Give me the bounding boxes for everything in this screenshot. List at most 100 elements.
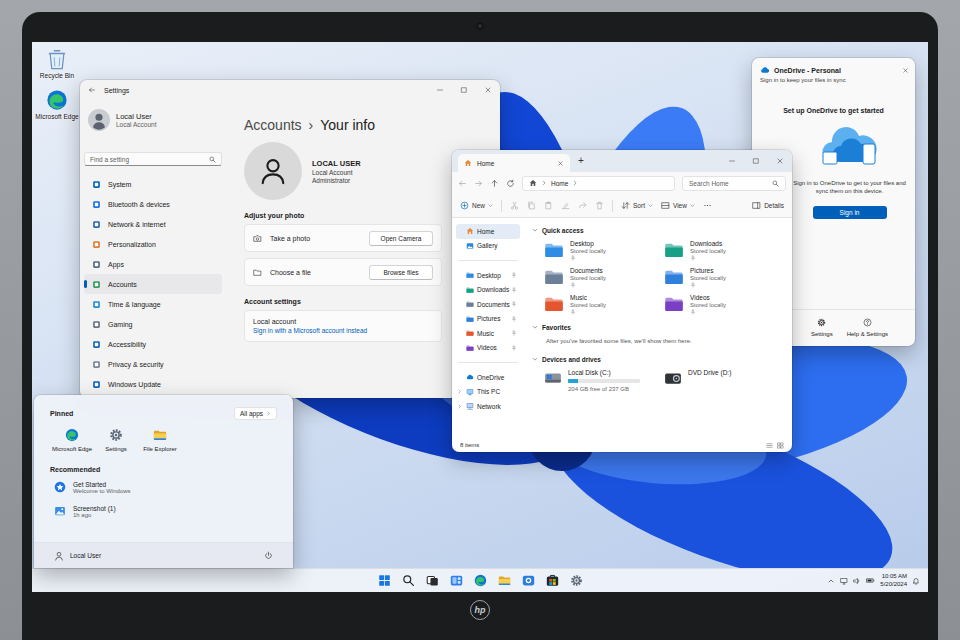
recommended-item[interactable]: Get StartedWelcome to Windows [50, 475, 277, 499]
setting-button[interactable]: Browse files [369, 265, 433, 280]
explorer-taskbar-button[interactable] [495, 572, 513, 590]
rename-icon[interactable] [561, 201, 570, 210]
start-menu[interactable]: PinnedAll appsMicrosoft EdgeSettingsFile… [34, 395, 293, 568]
maximize-button[interactable] [744, 157, 768, 165]
section-header[interactable]: Devices and drives [532, 353, 784, 365]
desktop-icon[interactable]: Recycle Bin [35, 48, 79, 79]
search-taskbar-button[interactable] [399, 572, 417, 590]
widgets-taskbar-button[interactable] [447, 572, 465, 590]
quick-access-item[interactable]: MusicStored locally [544, 294, 664, 315]
nav-item[interactable]: Downloads [456, 283, 520, 298]
bell-icon[interactable] [912, 577, 920, 585]
drive-item[interactable]: Local Disk (C:)204 GB free of 237 GB [544, 369, 664, 392]
sidebar-item[interactable]: Time & language [84, 294, 222, 314]
sidebar-item[interactable]: System [84, 174, 222, 194]
nav-item[interactable]: Music [456, 326, 520, 341]
tiles-view-icon[interactable] [777, 442, 784, 449]
tab[interactable]: Home [458, 154, 570, 172]
footer-button[interactable]: Help & Settings [847, 318, 888, 337]
desktop-icon[interactable]: Microsoft Edge [35, 89, 79, 120]
pinned-app[interactable]: Settings [94, 428, 138, 452]
up-icon[interactable] [490, 179, 499, 188]
copy-icon[interactable] [527, 201, 536, 210]
sidebar-item[interactable]: Windows Update [84, 374, 222, 394]
store-taskbar-button[interactable] [543, 572, 561, 590]
expand-icon[interactable] [457, 389, 462, 394]
microsoft-signin-link[interactable]: Sign in with a Microsoft account instead [253, 327, 367, 334]
quick-access-item[interactable]: DocumentsStored locally [544, 267, 664, 288]
details-button[interactable]: Details [752, 201, 784, 210]
close-button[interactable] [476, 86, 500, 94]
nav-item[interactable]: OneDrive [456, 370, 520, 385]
network-icon[interactable] [840, 577, 848, 585]
edge-taskbar-button[interactable] [471, 572, 489, 590]
chevron-up-icon[interactable] [827, 577, 835, 585]
user-card[interactable]: Local UserLocal Account [84, 108, 222, 132]
file-explorer-window[interactable]: Home+HomeSearch HomeNewSortViewDetailsHo… [452, 150, 792, 452]
clock[interactable]: 10:05 AM5/20/2024 [880, 573, 907, 588]
drive-item[interactable]: DVD Drive (D:) [664, 369, 784, 392]
sort-button[interactable]: Sort [621, 201, 653, 210]
close-tab-icon[interactable] [557, 160, 564, 167]
gear-taskbar-button[interactable] [567, 572, 585, 590]
settings-search[interactable]: Find a setting [84, 152, 222, 166]
nav-item[interactable]: Documents [456, 297, 520, 312]
nav-item[interactable]: Desktop [456, 268, 520, 283]
start-taskbar-button[interactable] [375, 572, 393, 590]
sidebar-item[interactable]: Bluetooth & devices [84, 194, 222, 214]
speaker-icon[interactable] [853, 577, 861, 585]
section-header[interactable]: Quick access [532, 224, 784, 236]
all-apps-button[interactable]: All apps [234, 407, 277, 420]
refresh-icon[interactable] [506, 179, 515, 188]
taskview-taskbar-button[interactable] [423, 572, 441, 590]
close-button[interactable] [902, 67, 909, 74]
sidebar-item[interactable]: Personalization [84, 234, 222, 254]
new-button[interactable]: New [460, 201, 493, 210]
nav-item[interactable]: Pictures [456, 312, 520, 327]
nav-item[interactable]: Videos [456, 341, 520, 356]
footer-button[interactable]: Settings [811, 318, 833, 337]
pinned-app[interactable]: File Explorer [138, 428, 182, 452]
start-user-name[interactable]: Local User [70, 552, 101, 559]
minimize-button[interactable] [428, 86, 452, 94]
battery-icon[interactable] [866, 576, 875, 585]
nav-item[interactable]: Network [456, 399, 520, 414]
new-tab-button[interactable]: + [570, 156, 592, 166]
back-arrow-icon[interactable] [88, 86, 96, 94]
details-view-icon[interactable] [766, 442, 773, 449]
breadcrumb-parent[interactable]: Accounts [244, 116, 302, 134]
view-button[interactable]: View [661, 201, 695, 210]
recommended-item[interactable]: Screenshot (1)1h ago [50, 499, 277, 523]
sign-in-button[interactable]: Sign in [813, 206, 887, 219]
nav-item[interactable]: Home [456, 224, 520, 239]
back-icon[interactable] [458, 179, 467, 188]
sidebar-item[interactable]: Gaming [84, 314, 222, 334]
quick-access-item[interactable]: DownloadsStored locally [664, 240, 784, 261]
address-bar[interactable]: Home [522, 176, 675, 191]
camera-taskbar-button[interactable] [519, 572, 537, 590]
sidebar-item[interactable]: Accessibility [84, 334, 222, 354]
close-button[interactable] [768, 157, 792, 165]
delete-icon[interactable] [595, 201, 604, 210]
quick-access-item[interactable]: PicturesStored locally [664, 267, 784, 288]
nav-item[interactable]: Gallery [456, 239, 520, 254]
share-icon[interactable] [578, 201, 587, 210]
cut-icon[interactable] [510, 201, 519, 210]
setting-button[interactable]: Open Camera [369, 231, 433, 246]
section-header[interactable]: Favorites [532, 321, 784, 333]
search-box[interactable]: Search Home [682, 176, 786, 191]
expand-icon[interactable] [457, 404, 462, 409]
sidebar-item[interactable]: Apps [84, 254, 222, 274]
quick-access-item[interactable]: VideosStored locally [664, 294, 784, 315]
nav-item[interactable]: This PC [456, 385, 520, 400]
more-icon[interactable] [703, 201, 712, 210]
pinned-app[interactable]: Microsoft Edge [50, 428, 94, 452]
settings-window[interactable]: SettingsLocal UserLocal AccountFind a se… [80, 80, 500, 398]
forward-icon[interactable] [474, 179, 483, 188]
sidebar-item[interactable]: Network & internet [84, 214, 222, 234]
sidebar-item[interactable]: Privacy & security [84, 354, 222, 374]
minimize-button[interactable] [720, 157, 744, 165]
power-icon[interactable] [264, 551, 273, 560]
chevron-icon[interactable] [572, 180, 578, 186]
path-segment[interactable]: Home [551, 180, 568, 187]
